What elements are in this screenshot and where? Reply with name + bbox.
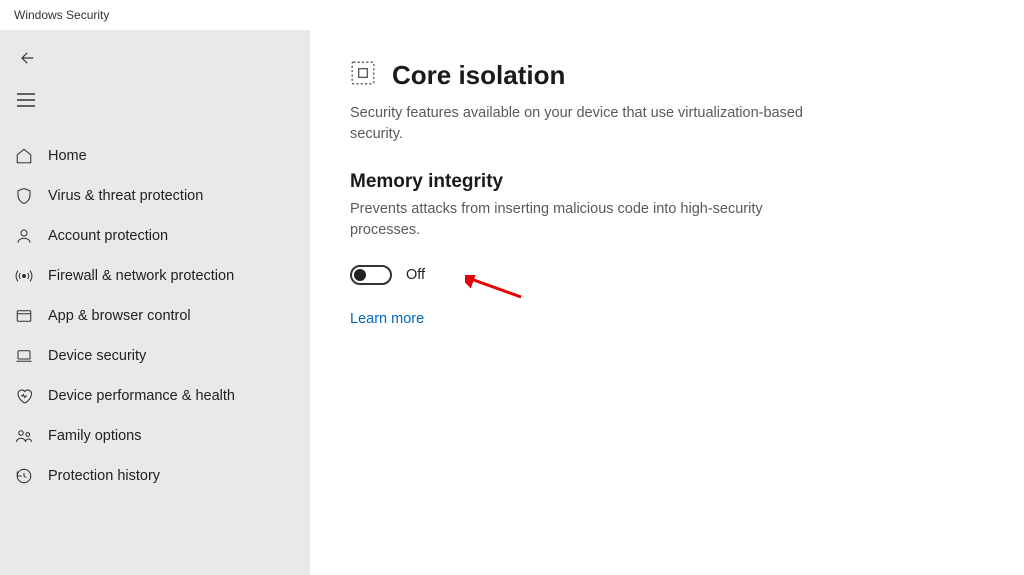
sidebar-item-label: App & browser control: [48, 308, 191, 324]
sidebar-item-label: Account protection: [48, 228, 168, 244]
sidebar-item-appbrowser[interactable]: App & browser control: [0, 296, 310, 336]
memory-integrity-heading: Memory integrity: [350, 171, 984, 193]
people-icon: [14, 426, 34, 446]
shield-icon: [14, 186, 34, 206]
home-icon: [14, 146, 34, 166]
sidebar-item-label: Family options: [48, 428, 141, 444]
laptop-icon: [14, 346, 34, 366]
sidebar-item-label: Home: [48, 148, 87, 164]
learn-more-link[interactable]: Learn more: [350, 311, 424, 327]
page-header: Core isolation: [350, 60, 984, 91]
back-button[interactable]: [0, 42, 310, 74]
page-title: Core isolation: [392, 60, 565, 91]
hamburger-icon: [16, 90, 36, 110]
core-isolation-icon: [350, 60, 376, 91]
sidebar-item-virus[interactable]: Virus & threat protection: [0, 176, 310, 216]
annotation-arrow-icon: [465, 275, 523, 306]
back-arrow-icon: [18, 48, 38, 68]
memory-integrity-description: Prevents attacks from inserting maliciou…: [350, 199, 820, 241]
browser-icon: [14, 306, 34, 326]
sidebar-item-device[interactable]: Device security: [0, 336, 310, 376]
sidebar-item-account[interactable]: Account protection: [0, 216, 310, 256]
antenna-icon: [14, 266, 34, 286]
sidebar-item-history[interactable]: Protection history: [0, 456, 310, 496]
toggle-knob: [354, 269, 366, 281]
memory-integrity-toggle-row: Off: [350, 265, 984, 285]
sidebar: Home Virus & threat protection Account p…: [0, 30, 310, 575]
page-description: Security features available on your devi…: [350, 103, 820, 145]
sidebar-item-label: Firewall & network protection: [48, 268, 234, 284]
sidebar-item-label: Virus & threat protection: [48, 188, 203, 204]
main-content: Core isolation Security features availab…: [310, 30, 1024, 575]
history-icon: [14, 466, 34, 486]
sidebar-item-home[interactable]: Home: [0, 136, 310, 176]
sidebar-item-label: Protection history: [48, 468, 160, 484]
window-title: Windows Security: [14, 8, 109, 22]
person-icon: [14, 226, 34, 246]
heart-pulse-icon: [14, 386, 34, 406]
hamburger-menu-button[interactable]: [0, 74, 310, 126]
sidebar-item-performance[interactable]: Device performance & health: [0, 376, 310, 416]
sidebar-item-firewall[interactable]: Firewall & network protection: [0, 256, 310, 296]
toggle-state-label: Off: [406, 267, 425, 283]
memory-integrity-toggle[interactable]: [350, 265, 392, 285]
sidebar-item-label: Device performance & health: [48, 388, 235, 404]
window-titlebar: Windows Security: [0, 0, 1024, 30]
sidebar-item-label: Device security: [48, 348, 146, 364]
sidebar-item-family[interactable]: Family options: [0, 416, 310, 456]
